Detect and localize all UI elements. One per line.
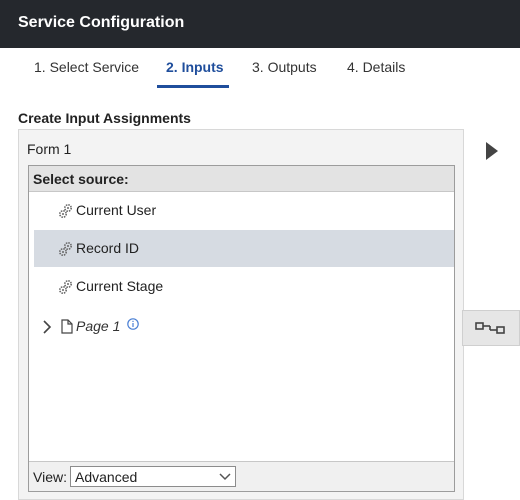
chevron-right-icon[interactable]: [41, 319, 53, 335]
map-assignment-button[interactable]: [462, 310, 520, 346]
title-bar: Service Configuration: [0, 0, 520, 48]
view-label: View:: [33, 469, 67, 485]
play-icon[interactable]: [484, 140, 500, 162]
source-item-label: Current User: [76, 202, 157, 218]
source-item-record-id[interactable]: Record ID: [34, 230, 454, 267]
source-item-page-1[interactable]: Page 1: [34, 314, 454, 340]
mapping-icon: [475, 322, 505, 334]
tab-inputs[interactable]: 2. Inputs: [166, 59, 224, 75]
window-title: Service Configuration: [18, 14, 185, 31]
active-tab-indicator: [157, 85, 229, 88]
gears-icon: [58, 203, 73, 219]
chevron-down-icon: [219, 473, 231, 481]
section-title: Create Input Assignments: [18, 110, 191, 126]
tab-select-service[interactable]: 1. Select Service: [34, 59, 139, 75]
view-select[interactable]: Advanced: [70, 466, 236, 487]
view-select-value: Advanced: [75, 469, 138, 485]
tab-details[interactable]: 4. Details: [347, 59, 405, 75]
info-icon[interactable]: [127, 318, 139, 330]
document-icon: [61, 319, 73, 334]
source-item-label: Record ID: [76, 240, 140, 256]
form-name: Form 1: [27, 141, 72, 157]
source-item-current-user[interactable]: Current User: [34, 192, 454, 229]
source-tree: Select source: Current User Record ID Cu…: [28, 165, 455, 492]
source-header: Select source:: [29, 166, 454, 192]
source-header-label: Select source:: [33, 171, 129, 187]
gears-icon: [58, 279, 73, 295]
wizard-tabs: 1. Select Service 2. Inputs 3. Outputs 4…: [0, 48, 520, 90]
source-item-current-stage[interactable]: Current Stage: [34, 268, 454, 305]
view-bar: View: Advanced: [29, 461, 454, 491]
source-item-label: Current Stage: [76, 278, 164, 294]
gears-icon: [58, 241, 73, 257]
tab-outputs[interactable]: 3. Outputs: [252, 59, 317, 75]
page-label: Page 1: [76, 318, 121, 334]
